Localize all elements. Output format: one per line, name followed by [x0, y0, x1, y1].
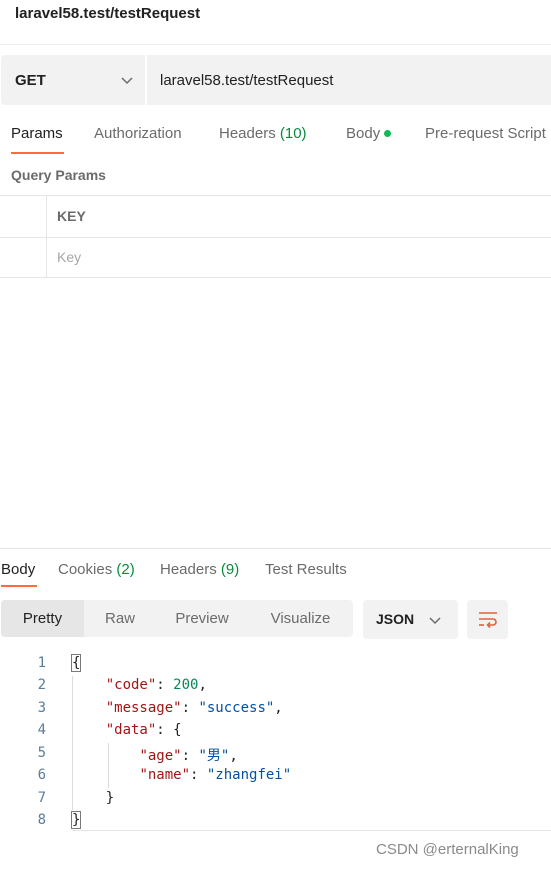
- code-line: "name": "zhangfei": [139, 767, 292, 783]
- view-raw-button[interactable]: Raw: [84, 600, 156, 637]
- view-visualize-button[interactable]: Visualize: [248, 600, 353, 637]
- format-label: JSON: [376, 611, 415, 627]
- tab-body[interactable]: Body: [346, 125, 392, 142]
- code-bottom-border: [72, 830, 551, 831]
- json-string: "男": [198, 748, 230, 764]
- line-number: 1: [37, 655, 46, 671]
- line-number: 2: [37, 677, 46, 693]
- response-tab-cookies-label: Cookies: [58, 561, 113, 578]
- dot-icon: [384, 129, 392, 137]
- response-tab-headers-count: (9): [220, 561, 240, 578]
- json-key: "code": [105, 677, 157, 693]
- code-line: "code": 200,: [105, 677, 207, 693]
- method-select[interactable]: GET: [1, 55, 145, 105]
- view-mode-group: Pretty Raw Preview Visualize: [1, 600, 353, 637]
- tab-headers-count: (10): [279, 125, 307, 142]
- key-column-header: KEY: [57, 208, 86, 224]
- json-string: "success": [198, 700, 275, 716]
- title-divider: [0, 44, 551, 45]
- wrap-lines-icon: [479, 612, 497, 629]
- tab-body-label: Body: [346, 125, 381, 142]
- indent-guide: [72, 676, 73, 810]
- url-bar: GET: [1, 55, 551, 105]
- code-line: "message": "success",: [105, 700, 283, 716]
- table-bottom-border: [0, 277, 551, 278]
- query-params-title: Query Params: [11, 167, 106, 183]
- code-line: }: [72, 790, 114, 806]
- method-label: GET: [15, 71, 46, 89]
- response-tab-cookies-count: (2): [116, 561, 135, 578]
- tab-pre-request-script[interactable]: Pre-request Script: [425, 125, 551, 142]
- json-key: "name": [139, 767, 191, 783]
- table-header-border: [0, 237, 551, 238]
- code-line: "age": "男",: [139, 748, 238, 764]
- line-number: 7: [37, 790, 46, 806]
- tab-authorization[interactable]: Authorization: [94, 125, 182, 142]
- response-tab-headers-label: Headers: [160, 561, 217, 578]
- open-brace: {: [70, 654, 82, 672]
- response-tab-body[interactable]: Body: [1, 561, 35, 578]
- close-brace: }: [70, 811, 82, 829]
- json-key: "message": [105, 700, 182, 716]
- tab-params[interactable]: Params: [11, 125, 63, 142]
- method-separator: [145, 55, 147, 105]
- request-title: laravel58.test/testRequest: [15, 5, 201, 22]
- chevron-down-icon: [121, 77, 133, 85]
- response-tab-test-results[interactable]: Test Results: [265, 561, 347, 578]
- code-line: "data": {: [105, 722, 182, 738]
- format-select[interactable]: JSON: [363, 600, 458, 639]
- line-number: 3: [37, 700, 46, 716]
- indent-guide: [108, 743, 109, 788]
- line-number: 5: [37, 745, 46, 761]
- active-tab-indicator: [11, 152, 64, 154]
- json-key: "age": [139, 748, 182, 764]
- json-brace: }: [105, 790, 115, 806]
- response-active-tab-indicator: [1, 585, 37, 587]
- chevron-down-icon: [429, 617, 441, 625]
- json-key: "data": [105, 722, 157, 738]
- line-number: 8: [37, 812, 46, 828]
- table-top-border: [0, 195, 551, 196]
- response-tab-headers[interactable]: Headers (9): [160, 561, 239, 578]
- url-input[interactable]: [160, 55, 545, 105]
- line-number: 6: [37, 767, 46, 783]
- watermark: CSDN @erternalKing: [376, 841, 519, 858]
- line-number: 4: [37, 722, 46, 738]
- tab-headers[interactable]: Headers (10): [219, 125, 307, 142]
- json-string: "zhangfei": [206, 767, 292, 783]
- wrap-lines-button[interactable]: [467, 600, 508, 639]
- view-pretty-button[interactable]: Pretty: [1, 600, 84, 637]
- code-line: {: [70, 654, 82, 672]
- tab-headers-label: Headers: [219, 125, 276, 142]
- view-preview-button[interactable]: Preview: [156, 600, 248, 637]
- key-input[interactable]: [57, 243, 537, 271]
- response-divider: [0, 548, 551, 549]
- code-line: }: [70, 811, 82, 829]
- response-tab-cookies[interactable]: Cookies (2): [58, 561, 135, 578]
- json-number: 200: [173, 677, 199, 693]
- json-brace: {: [173, 722, 182, 738]
